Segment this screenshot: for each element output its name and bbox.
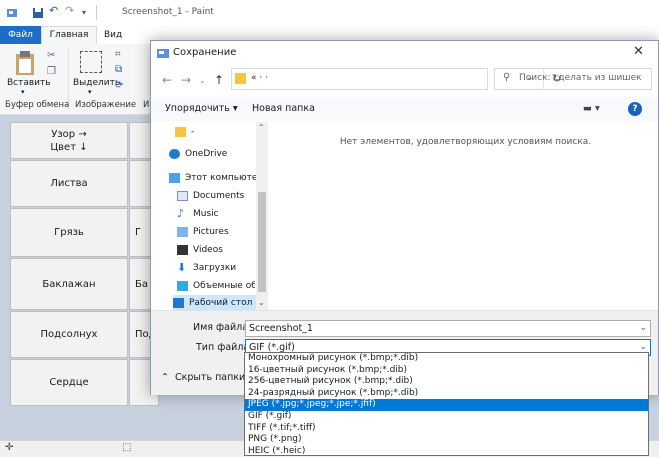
filetype-option[interactable]: 24-разрядный рисунок (*.bmp;*.dib) (245, 388, 648, 400)
selection-size-icon: ⬚ (122, 442, 132, 453)
hide-folders-button[interactable]: ⌃ Скрыть папки (161, 372, 245, 383)
filetype-option[interactable]: Монохромный рисунок (*.bmp;*.dib) (245, 353, 648, 365)
3d-objects-icon (177, 281, 188, 291)
documents-icon (177, 191, 188, 201)
filetype-option[interactable]: PNG (*.png) (245, 434, 648, 446)
cloud-icon (169, 149, 180, 159)
hide-folders-label: Скрыть папки (175, 372, 246, 383)
pictures-icon (177, 227, 188, 237)
filename-label: Имя файла: (193, 322, 252, 333)
organize-button[interactable]: Упорядочить ▾ (165, 103, 238, 114)
videos-icon (177, 245, 188, 255)
window-title: Screenshot_1 - Paint (122, 7, 214, 17)
group-label-image: Изображение (75, 100, 137, 110)
select-dropdown-icon[interactable]: ▾ (88, 88, 92, 96)
desktop-icon (173, 298, 184, 308)
download-icon: ⬇ (177, 261, 187, 274)
back-arrow-icon[interactable]: ← (162, 73, 172, 87)
search-placeholder: Поиск: сделать из шишек (519, 73, 642, 83)
save-icon[interactable] (32, 7, 44, 19)
filetype-option[interactable]: 16-цветный рисунок (*.bmp;*.dib) (245, 365, 648, 377)
grid-row-label: Сердце (10, 359, 128, 406)
view-options-icon[interactable]: ▬ ▾ (583, 103, 600, 114)
tab-view[interactable]: Вид (104, 26, 122, 44)
paint-titlebar: ↶ ↷ ▾ Screenshot_1 - Paint (0, 0, 659, 26)
cut-icon[interactable]: ✂ (47, 50, 55, 61)
chevron-up-icon: ⌃ (161, 372, 169, 383)
group-label-tools: И (143, 100, 150, 110)
filename-value: Screenshot_1 (249, 323, 313, 334)
resize-icon[interactable]: ⧉ (115, 64, 122, 75)
paste-button[interactable]: Вставить (7, 78, 51, 88)
folder-icon (175, 127, 186, 137)
filename-dropdown-icon[interactable]: ⌄ (639, 321, 647, 336)
forward-arrow-icon[interactable]: → (181, 73, 191, 87)
nav-item-desktop[interactable]: Рабочий стол (173, 295, 257, 311)
close-icon[interactable]: ✕ (633, 44, 644, 59)
folder-icon (235, 73, 246, 84)
recent-locations-icon[interactable]: ⌄ (199, 76, 206, 85)
grid-row-label: Листва (10, 160, 128, 207)
grid-header: Узор → Цвет ↓ (10, 122, 128, 159)
grid-row-label: Подсолнух (10, 311, 128, 358)
group-label-clipboard: Буфер обмена (5, 100, 70, 110)
nav-item-3d-objects[interactable]: Объемные объекты (177, 278, 255, 294)
paint-app-icon (7, 9, 17, 17)
crop-icon[interactable]: ⌗ (115, 49, 121, 60)
filetype-option[interactable]: TIFF (*.tif;*.tiff) (245, 423, 648, 435)
filename-input[interactable]: Screenshot_1 ⌄ (245, 320, 651, 337)
navigation-pane: - OneDrive Этот компьютер Documents ♪ Mus… (151, 122, 270, 311)
rotate-icon[interactable]: ⟳ (115, 80, 123, 91)
search-input[interactable]: ⚲ Поиск: сделать из шишек (494, 68, 652, 90)
title-separator (96, 5, 97, 20)
dialog-title: Сохранение (173, 47, 237, 58)
up-arrow-icon[interactable]: ↑ (214, 73, 224, 87)
computer-icon (169, 173, 180, 183)
scroll-up-icon[interactable]: ⌃ (258, 123, 265, 132)
address-bar[interactable]: « · · ⌄ ↻ (231, 68, 561, 90)
paste-dropdown-icon[interactable]: ▾ (21, 88, 25, 96)
file-list[interactable]: Нет элементов, удовлетворяющих условиям … (273, 122, 658, 310)
select-icon[interactable] (80, 51, 102, 73)
scroll-down-icon[interactable]: ⌄ (258, 298, 265, 307)
filetype-option-selected[interactable]: JPEG (*.jpg;*.jpeg;*.jpe;*.jfif) (245, 399, 648, 411)
redo-icon[interactable]: ↷ (65, 4, 77, 17)
clipboard-icon[interactable] (14, 50, 36, 76)
new-folder-button[interactable]: Новая папка (252, 103, 315, 114)
help-icon[interactable]: ? (628, 102, 642, 116)
empty-message: Нет элементов, удовлетворяющих условиям … (339, 137, 592, 147)
music-icon: ♪ (177, 207, 185, 220)
cursor-position-icon: ✛ (5, 442, 14, 453)
select-button[interactable]: Выделить (73, 78, 120, 88)
scroll-thumb[interactable] (258, 192, 266, 292)
save-dialog: Сохранение ✕ ← → ⌄ ↑ « · · ⌄ ↻ ⚲ Поиск: … (150, 40, 659, 395)
tab-home[interactable]: Главная (41, 26, 97, 44)
search-icon: ⚲ (503, 72, 511, 83)
filetype-option[interactable]: 256-цветный рисунок (*.bmp;*.dib) (245, 376, 648, 388)
grid-row-label: Грязь (10, 208, 128, 257)
paint-dialog-icon (157, 49, 169, 58)
customize-qat-icon[interactable]: ▾ (82, 8, 94, 20)
undo-icon[interactable]: ↶ (49, 4, 61, 17)
tab-file[interactable]: Файл (0, 26, 41, 44)
organize-label: Упорядочить (165, 103, 230, 114)
address-path: « · · (251, 73, 268, 83)
filetype-dropdown-list: Монохромный рисунок (*.bmp;*.dib) 16-цве… (244, 352, 649, 456)
filetype-option[interactable]: HEIC (*.heic) (245, 446, 648, 457)
grid-row-label: Баклажан (10, 258, 128, 310)
copy-icon[interactable]: ❐ (47, 66, 56, 77)
filetype-option[interactable]: GIF (*.gif) (245, 411, 648, 423)
dialog-toolbar: Упорядочить ▾ Новая папка ▬ ▾ ? (151, 97, 658, 121)
nav-scrollbar[interactable]: ⌃ ⌄ (256, 122, 268, 310)
